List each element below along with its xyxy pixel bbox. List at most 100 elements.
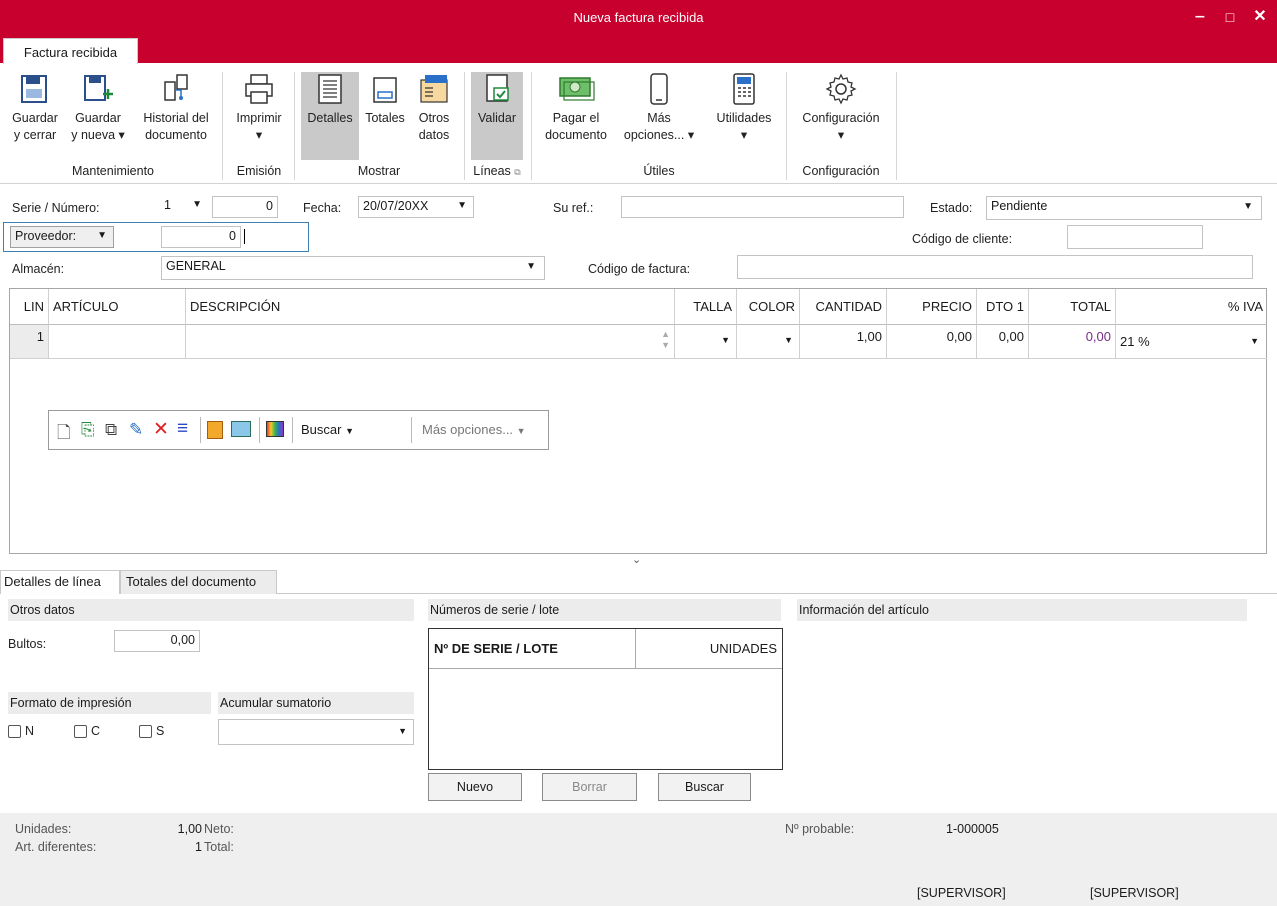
mas-opciones-menu[interactable]: Más opciones... ▼ <box>422 422 526 437</box>
chevron-down-icon: ▼ <box>1250 336 1259 346</box>
image-icon[interactable] <box>231 421 251 437</box>
buscar-button[interactable]: Buscar <box>658 773 751 801</box>
maximize-button[interactable]: □ <box>1215 4 1245 30</box>
unidades-label: Unidades: <box>15 822 72 836</box>
user-status-2: [SUPERVISOR] <box>1090 886 1179 900</box>
chevron-down-icon: ▼ <box>97 230 107 241</box>
proveedor-button[interactable]: Proveedor: ▼ <box>10 226 114 248</box>
status-footer: Unidades: 1,00 Neto: Art. diferentes: 1 … <box>0 813 1277 906</box>
close-button[interactable]: ✕ <box>1245 4 1275 30</box>
money-icon <box>559 77 595 101</box>
printer-icon <box>245 74 273 104</box>
bultos-field[interactable]: 0,00 <box>114 630 200 652</box>
pay-document-button[interactable]: Pagar el documento <box>539 72 613 144</box>
chevron-down-icon: ▼ <box>721 335 730 345</box>
estado-select[interactable]: Pendiente ▼ <box>986 196 1262 220</box>
edit-line-icon[interactable]: ✎ <box>129 420 143 440</box>
delete-line-icon[interactable]: ✕ <box>153 418 169 441</box>
tab-detalles-linea[interactable]: Detalles de línea <box>0 570 120 594</box>
totals-view-button[interactable]: Totales <box>361 72 409 127</box>
total-cell: 0,00 <box>1029 325 1116 359</box>
codigo-cliente-field[interactable] <box>1067 225 1203 249</box>
gear-icon <box>825 73 857 105</box>
buscar-menu[interactable]: Buscar ▼ <box>301 422 354 437</box>
almacen-label: Almacén: <box>12 262 65 276</box>
group-mantenimiento: Mantenimiento <box>72 164 154 178</box>
unidades-value: 1,00 <box>177 822 202 836</box>
art-diferentes-value: 1 <box>195 840 202 854</box>
serie-label: Serie / Número: <box>12 201 100 215</box>
codigo-factura-field[interactable] <box>737 255 1253 279</box>
numero-field[interactable]: 0 <box>212 196 278 218</box>
talla-cell[interactable]: ▼ <box>675 325 737 359</box>
almacen-select[interactable]: GENERAL ▼ <box>161 256 545 280</box>
chevron-down-icon: ▼ <box>1243 201 1253 212</box>
art-diferentes-label: Art. diferentes: <box>15 840 97 854</box>
insert-line-icon[interactable]: ⎘ <box>81 420 95 440</box>
col-descripcion[interactable]: DESCRIPCIÓN <box>186 289 675 325</box>
precio-cell[interactable]: 0,00 <box>887 325 977 359</box>
col-cantidad[interactable]: CANTIDAD <box>800 289 887 325</box>
dialog-launcher-icon[interactable]: ⧉ <box>514 167 520 177</box>
spinner-icon[interactable]: ▲ ▼ <box>661 329 670 351</box>
tab-factura-recibida[interactable]: Factura recibida <box>3 38 138 65</box>
series-table[interactable]: Nº DE SERIE / LOTE UNIDADES <box>428 628 783 770</box>
tab-totales-documento[interactable]: Totales del documento <box>120 570 277 594</box>
color-palette-icon[interactable] <box>266 421 284 437</box>
notes-icon[interactable] <box>207 421 223 439</box>
articulo-cell[interactable] <box>49 325 186 359</box>
utilities-button[interactable]: Utilidades ▾ <box>708 72 780 144</box>
col-total[interactable]: TOTAL <box>1029 289 1116 325</box>
chevron-down-icon: ▼ <box>457 200 467 211</box>
document-history-button[interactable]: Historial del documento <box>134 72 218 144</box>
col-talla[interactable]: TALLA <box>675 289 737 325</box>
col-articulo[interactable]: ARTÍCULO <box>49 289 186 325</box>
check-c[interactable]: C <box>74 724 100 739</box>
group-mostrar: Mostrar <box>357 164 401 178</box>
print-button[interactable]: Imprimir ▾ <box>228 72 290 144</box>
details-view-button[interactable]: Detalles <box>301 72 359 160</box>
list-icon[interactable]: ≡ <box>177 418 188 440</box>
info-articulo-header: Información del artículo <box>797 599 1247 621</box>
col-color[interactable]: COLOR <box>737 289 800 325</box>
serie-select[interactable]: 1 ▼ <box>160 196 208 218</box>
suref-field[interactable] <box>621 196 904 218</box>
numero-probable-label: Nº probable: <box>785 822 855 836</box>
codigo-factura-label: Código de factura: <box>588 262 691 276</box>
col-precio[interactable]: PRECIO <box>887 289 977 325</box>
col-lin[interactable]: LIN <box>10 289 49 325</box>
collapse-chevron-icon[interactable]: ⌄ <box>632 553 641 566</box>
dto1-cell[interactable]: 0,00 <box>977 325 1029 359</box>
col-iva[interactable]: % IVA <box>1116 289 1267 325</box>
suref-label: Su ref.: <box>553 201 594 215</box>
totals-icon <box>373 77 397 103</box>
minimize-button[interactable]: ‒ <box>1185 4 1215 30</box>
validate-lines-button[interactable]: Validar <box>471 72 523 160</box>
bultos-label: Bultos: <box>8 637 47 651</box>
other-data-icon <box>420 75 448 103</box>
save-close-button[interactable]: Guardar y cerrar <box>6 72 64 144</box>
color-cell[interactable]: ▼ <box>737 325 800 359</box>
nuevo-button[interactable]: Nuevo <box>428 773 522 801</box>
new-line-icon[interactable]: 🗋 <box>57 420 71 449</box>
iva-cell[interactable]: 21 % ▼ <box>1116 325 1267 359</box>
more-options-button[interactable]: Más opciones... ▾ <box>614 72 704 144</box>
save-new-button[interactable]: Guardar y nueva ▾ <box>66 72 130 144</box>
other-data-button[interactable]: Otros datos <box>412 72 456 144</box>
copy-line-icon[interactable]: ⧉ <box>105 420 117 440</box>
checkbox-icon <box>8 725 21 739</box>
cantidad-cell[interactable]: 1,00 <box>800 325 887 359</box>
acumular-select[interactable]: ▼ <box>218 719 414 745</box>
fecha-label: Fecha: <box>303 201 342 215</box>
descripcion-cell[interactable]: ▲ ▼ <box>186 325 675 359</box>
configuration-button[interactable]: Configuración ▾ <box>792 72 890 144</box>
save-close-icon <box>21 75 47 103</box>
col-dto1[interactable]: DTO 1 <box>977 289 1029 325</box>
proveedor-field[interactable]: 0 <box>161 226 241 248</box>
check-n[interactable]: N <box>8 724 34 739</box>
check-s[interactable]: S <box>139 724 164 739</box>
history-icon <box>164 74 188 101</box>
fecha-field[interactable]: 20/07/20XX ▼ <box>358 196 474 218</box>
title-bar: Nueva factura recibida ‒ □ ✕ <box>0 0 1277 36</box>
borrar-button[interactable]: Borrar <box>542 773 637 801</box>
